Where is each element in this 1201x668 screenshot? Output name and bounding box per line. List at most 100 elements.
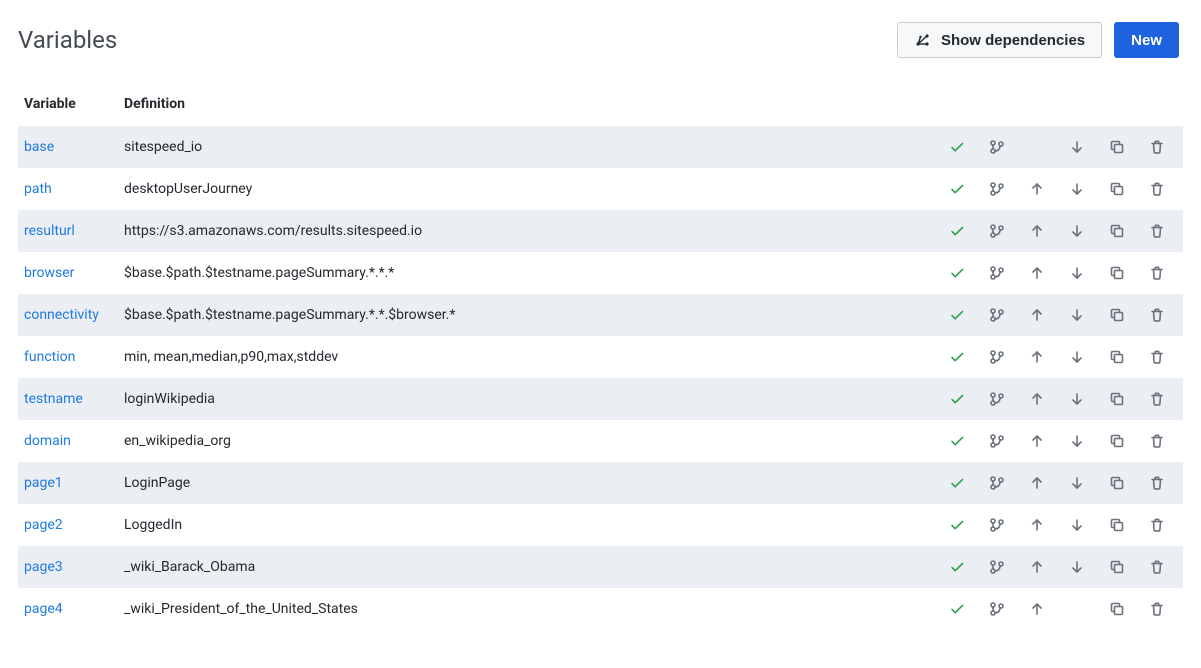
move-up-button[interactable] — [1017, 252, 1057, 294]
check-icon[interactable] — [937, 252, 977, 294]
dependencies-icon — [914, 32, 931, 48]
move-down-button[interactable] — [1057, 504, 1097, 546]
show-dependencies-label: Show dependencies — [941, 32, 1085, 49]
branch-icon[interactable] — [977, 336, 1017, 378]
delete-button[interactable] — [1137, 294, 1177, 336]
variable-name-link[interactable]: page1 — [24, 475, 63, 491]
move-down-button[interactable] — [1057, 252, 1097, 294]
row-actions — [937, 462, 1177, 504]
move-down-button[interactable] — [1057, 210, 1097, 252]
variable-name-link[interactable]: connectivity — [24, 307, 99, 323]
variable-name-link[interactable]: base — [24, 139, 54, 155]
delete-button[interactable] — [1137, 336, 1177, 378]
delete-button[interactable] — [1137, 546, 1177, 588]
variable-definition: _wiki_Barack_Obama — [124, 559, 937, 575]
delete-button[interactable] — [1137, 504, 1177, 546]
move-down-button[interactable] — [1057, 294, 1097, 336]
move-down-button[interactable] — [1057, 336, 1097, 378]
duplicate-button[interactable] — [1097, 504, 1137, 546]
branch-icon[interactable] — [977, 588, 1017, 630]
row-actions — [937, 294, 1177, 336]
branch-icon[interactable] — [977, 378, 1017, 420]
delete-button[interactable] — [1137, 420, 1177, 462]
variable-name-link[interactable]: browser — [24, 265, 74, 281]
delete-button[interactable] — [1137, 126, 1177, 168]
move-up-button[interactable] — [1017, 378, 1057, 420]
table-row: browser $base.$path.$testname.pageSummary… — [18, 252, 1183, 294]
move-down-button[interactable] — [1057, 546, 1097, 588]
branch-icon[interactable] — [977, 462, 1017, 504]
variable-definition: en_wikipedia_org — [124, 433, 937, 449]
check-icon[interactable] — [937, 462, 977, 504]
check-icon[interactable] — [937, 168, 977, 210]
duplicate-button[interactable] — [1097, 126, 1137, 168]
delete-button[interactable] — [1137, 378, 1177, 420]
table-row: basesitespeed_io — [18, 126, 1183, 168]
show-dependencies-button[interactable]: Show dependencies — [897, 22, 1102, 58]
duplicate-button[interactable] — [1097, 294, 1137, 336]
variable-name-link[interactable]: resulturl — [24, 223, 75, 239]
move-up-button[interactable] — [1017, 294, 1057, 336]
duplicate-button[interactable] — [1097, 546, 1137, 588]
duplicate-button[interactable] — [1097, 378, 1137, 420]
duplicate-button[interactable] — [1097, 588, 1137, 630]
branch-icon[interactable] — [977, 168, 1017, 210]
branch-icon[interactable] — [977, 294, 1017, 336]
branch-icon[interactable] — [977, 210, 1017, 252]
duplicate-button[interactable] — [1097, 210, 1137, 252]
duplicate-button[interactable] — [1097, 462, 1137, 504]
delete-button[interactable] — [1137, 210, 1177, 252]
delete-button[interactable] — [1137, 252, 1177, 294]
move-down-button[interactable] — [1057, 126, 1097, 168]
variable-definition: desktopUserJourney — [124, 181, 937, 197]
move-up-button[interactable] — [1017, 504, 1057, 546]
check-icon[interactable] — [937, 336, 977, 378]
move-up-button[interactable] — [1017, 336, 1057, 378]
check-icon[interactable] — [937, 546, 977, 588]
move-down-button[interactable] — [1057, 378, 1097, 420]
new-button[interactable]: New — [1114, 22, 1179, 58]
row-actions — [937, 336, 1177, 378]
column-header-definition: Definition — [124, 96, 937, 112]
variable-name-link[interactable]: page4 — [24, 601, 63, 617]
duplicate-button[interactable] — [1097, 168, 1137, 210]
move-down-button[interactable] — [1057, 420, 1097, 462]
move-up-button[interactable] — [1017, 462, 1057, 504]
move-up-button[interactable] — [1017, 420, 1057, 462]
move-up-button[interactable] — [1017, 588, 1057, 630]
check-icon[interactable] — [937, 504, 977, 546]
move-up-button[interactable] — [1017, 168, 1057, 210]
duplicate-button[interactable] — [1097, 336, 1137, 378]
branch-icon[interactable] — [977, 420, 1017, 462]
variable-definition: $base.$path.$testname.pageSummary.*.*.* — [124, 265, 937, 281]
move-down-button[interactable] — [1057, 462, 1097, 504]
page-title: Variables — [18, 26, 117, 54]
check-icon[interactable] — [937, 588, 977, 630]
delete-button[interactable] — [1137, 462, 1177, 504]
delete-button[interactable] — [1137, 588, 1177, 630]
variable-name-link[interactable]: domain — [24, 433, 71, 449]
duplicate-button[interactable] — [1097, 420, 1137, 462]
delete-button[interactable] — [1137, 168, 1177, 210]
variable-name-link[interactable]: path — [24, 181, 52, 197]
variable-name-link[interactable]: page2 — [24, 517, 63, 533]
branch-icon[interactable] — [977, 252, 1017, 294]
table-row: resulturlhttps://s3.amazonaws.com/result… — [18, 210, 1183, 252]
check-icon[interactable] — [937, 210, 977, 252]
branch-icon[interactable] — [977, 504, 1017, 546]
branch-icon[interactable] — [977, 546, 1017, 588]
check-icon[interactable] — [937, 126, 977, 168]
branch-icon[interactable] — [977, 126, 1017, 168]
move-down-button[interactable] — [1057, 168, 1097, 210]
variable-name-link[interactable]: page3 — [24, 559, 63, 575]
variable-name-link[interactable]: testname — [24, 391, 83, 407]
variable-definition: LoginPage — [124, 475, 937, 491]
duplicate-button[interactable] — [1097, 252, 1137, 294]
check-icon[interactable] — [937, 378, 977, 420]
move-up-button[interactable] — [1017, 546, 1057, 588]
check-icon[interactable] — [937, 294, 977, 336]
row-actions — [937, 126, 1177, 168]
variable-name-link[interactable]: function — [24, 349, 75, 365]
move-up-button[interactable] — [1017, 210, 1057, 252]
check-icon[interactable] — [937, 420, 977, 462]
